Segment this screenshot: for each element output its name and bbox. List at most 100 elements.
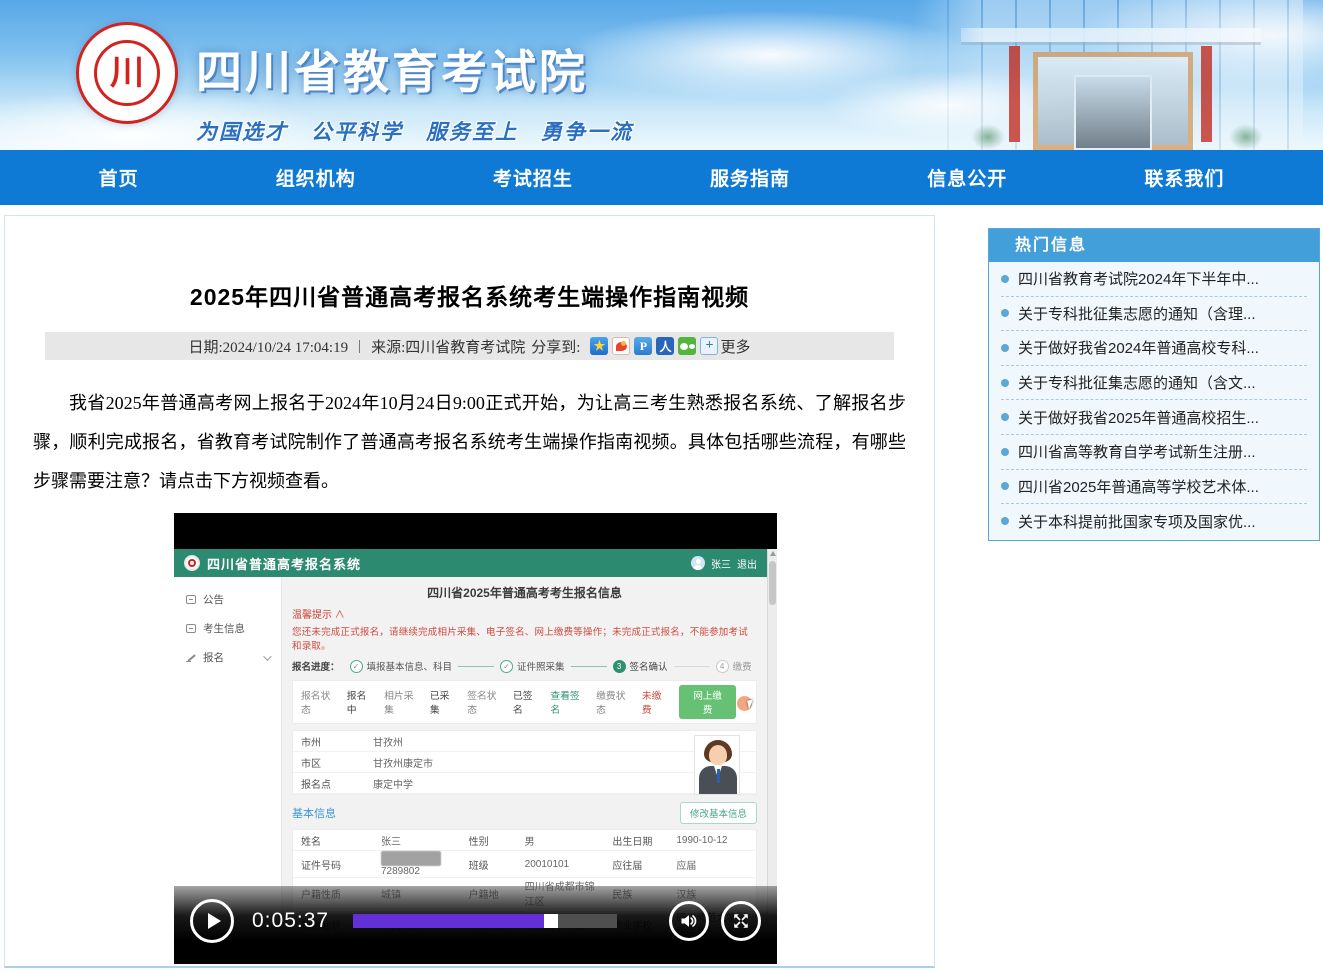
nav-item-service-guide[interactable]: 服务指南 [710,164,790,191]
nav-item-organization[interactable]: 组织机构 [276,164,356,191]
chevron-down-icon [263,652,271,660]
system-title: 四川省普通高考报名系统 [207,554,361,573]
building-sign [1009,46,1020,142]
video-progress-handle[interactable] [544,914,558,928]
bullet-icon [1001,275,1009,283]
location-table: 市州 甘孜州 市区 甘孜州康定市 报名点 康定中学 [292,730,757,795]
hot-info-link[interactable]: 关于专科批征集志愿的通知（含理... [1018,303,1256,324]
article-paragraph: 我省2025年普通高考网上报名于2024年10月24日9:00正式开始，为让高三… [33,384,906,501]
unpaid-status: 未缴费 [642,688,667,716]
nav-item-contact[interactable]: 联系我们 [1144,164,1224,191]
hot-info-link[interactable]: 四川省2025年普通高等学校艺术体... [1018,476,1259,497]
list-item[interactable]: 关于本科提前批国家专项及国家优... [1001,504,1307,539]
system-header-bar: 四川省普通高考报名系统 张三 退出 [174,549,767,577]
share-icons: ★ P 人 +更多 [590,336,750,357]
article-date: 日期:2024/10/24 17:04:19 [189,336,349,357]
list-item[interactable]: 四川省2025年普通高等学校艺术体... [1001,470,1307,505]
site-header: 川 四川省教育考试院 为国选才 公平科学 服务至上 勇争一流 [0,0,1323,150]
progress-step-4: 4 缴费 [716,659,752,673]
list-item[interactable]: 关于专科批征集志愿的通知（含理... [1001,297,1307,332]
article-meta-bar: 日期:2024/10/24 17:04:19 | 来源:四川省教育考试院 分享到… [45,332,894,360]
progress-step-2: ✓ 证件照采集 [500,659,565,673]
building-canopy [961,28,1261,42]
table-row: 证件号码 7289802 班级20010101 应往届应届 [293,851,756,878]
building-entrance [1033,52,1193,150]
warning-text: 您还未完成正式报名，请继续完成相片采集、电子签名、网上缴费等操作；未完成正式报名… [292,624,757,652]
system-page-title: 四川省2025年普通高考考生报名信息 [292,579,757,604]
site-logo: 川 [76,22,178,124]
list-item[interactable]: 四川省教育考试院2024年下半年中... [1001,262,1307,297]
volume-icon [679,911,699,931]
volume-button[interactable] [669,901,709,941]
sidebar-item-announcements: 公告 [174,585,281,614]
hot-info-link[interactable]: 关于专科批征集志愿的通知（含文... [1018,372,1256,393]
share-more-label[interactable]: 更多 [720,336,750,357]
table-row: 报名点 康定中学 [293,773,756,794]
user-name: 张三 [711,556,731,571]
bullet-icon [1001,309,1009,317]
site-slogan: 为国选才 公平科学 服务至上 勇争一流 [196,116,633,146]
article-title: 2025年四川省普通高考报名系统考生端操作指南视频 [5,278,934,312]
bullet-icon [1001,482,1009,490]
hot-info-link[interactable]: 四川省高等教育自学考试新生注册... [1018,441,1256,462]
list-item[interactable]: 关于专科批征集志愿的通知（含文... [1001,366,1307,401]
article-panel: 2025年四川省普通高考报名系统考生端操作指南视频 日期:2024/10/24 … [4,215,935,968]
table-row: 市区 甘孜州康定市 [293,752,756,773]
share-more-icon[interactable]: + [700,337,718,355]
system-user-area: 张三 退出 [691,556,757,571]
progress-step-3: 3 签名确认 [613,659,668,673]
hot-info-link[interactable]: 关于做好我省2024年普通高校专科... [1018,337,1259,358]
video-progress-bar[interactable] [353,914,617,928]
online-payment-button: 网上缴费 [679,685,736,719]
bullet-icon [1001,379,1009,387]
candidate-info-icon [186,624,196,633]
hot-info-header: 热门信息 [989,229,1319,262]
sidebar-item-candidate-info: 考生信息 [174,614,281,643]
bullet-icon [1001,344,1009,352]
tencent-weibo-icon[interactable]: P [634,337,652,355]
mouse-cursor-icon [747,699,755,709]
basic-info-title: 基本信息 [292,805,336,821]
play-icon [208,913,221,929]
registration-progress: 报名进度： ✓ 填报基本信息、科目 ✓ 证件照采集 [292,659,757,673]
sina-weibo-icon[interactable] [612,337,630,355]
system-logo-icon [184,555,200,571]
view-signature-link: 查看签名 [550,688,584,716]
fullscreen-button[interactable] [721,901,761,941]
logout-link: 退出 [737,556,757,571]
progress-step-1: ✓ 填报基本信息、科目 [350,659,453,673]
renren-icon[interactable]: 人 [656,337,674,355]
nav-item-info-disclosure[interactable]: 信息公开 [927,164,1007,191]
list-item[interactable]: 关于做好我省2025年普通高校招生... [1001,400,1307,435]
bullet-icon [1001,517,1009,525]
wechat-icon[interactable] [678,337,696,355]
share-more-link[interactable]: +更多 [700,336,750,357]
building-sign [1201,46,1212,142]
nav-item-home[interactable]: 首页 [99,164,139,191]
page: 川 四川省教育考试院 为国选才 公平科学 服务至上 勇争一流 首页 组织机构 考… [0,0,1323,971]
qzone-icon[interactable]: ★ [590,337,608,355]
hot-info-link[interactable]: 关于做好我省2025年普通高校招生... [1018,407,1259,428]
video-progress-fill [353,914,546,928]
hot-info-panel: 热门信息 四川省教育考试院2024年下半年中... 关于专科批征集志愿的通知（含… [988,228,1320,541]
hot-info-link[interactable]: 四川省教育考试院2024年下半年中... [1018,268,1259,289]
hot-info-list: 四川省教育考试院2024年下半年中... 关于专科批征集志愿的通知（含理... … [989,262,1319,539]
registration-icon [186,653,196,662]
scrollbar-thumb [769,561,776,605]
play-button[interactable] [190,899,234,943]
check-icon: ✓ [350,660,363,673]
article-source: 来源:四川省教育考试院 [371,336,525,357]
share-label: 分享到: [531,336,580,357]
redacted-id-mask [381,851,441,866]
nav-item-exam-admission[interactable]: 考试招生 [493,164,573,191]
list-item[interactable]: 四川省高等教育自学考试新生注册... [1001,435,1307,470]
site-title: 四川省教育考试院 [196,36,633,102]
hot-info-link[interactable]: 关于本科提前批国家专项及国家优... [1018,511,1256,532]
list-item[interactable]: 关于做好我省2024年普通高校专科... [1001,331,1307,366]
logo-glyph: 川 [110,56,144,90]
step-number: 4 [716,660,729,673]
video-player[interactable]: 四川省普通高考报名系统 张三 退出 公告 [174,513,777,964]
notice-toggle: 温馨提示 ∧ [292,606,757,621]
bullet-icon [1001,413,1009,421]
user-avatar-icon [691,556,705,570]
